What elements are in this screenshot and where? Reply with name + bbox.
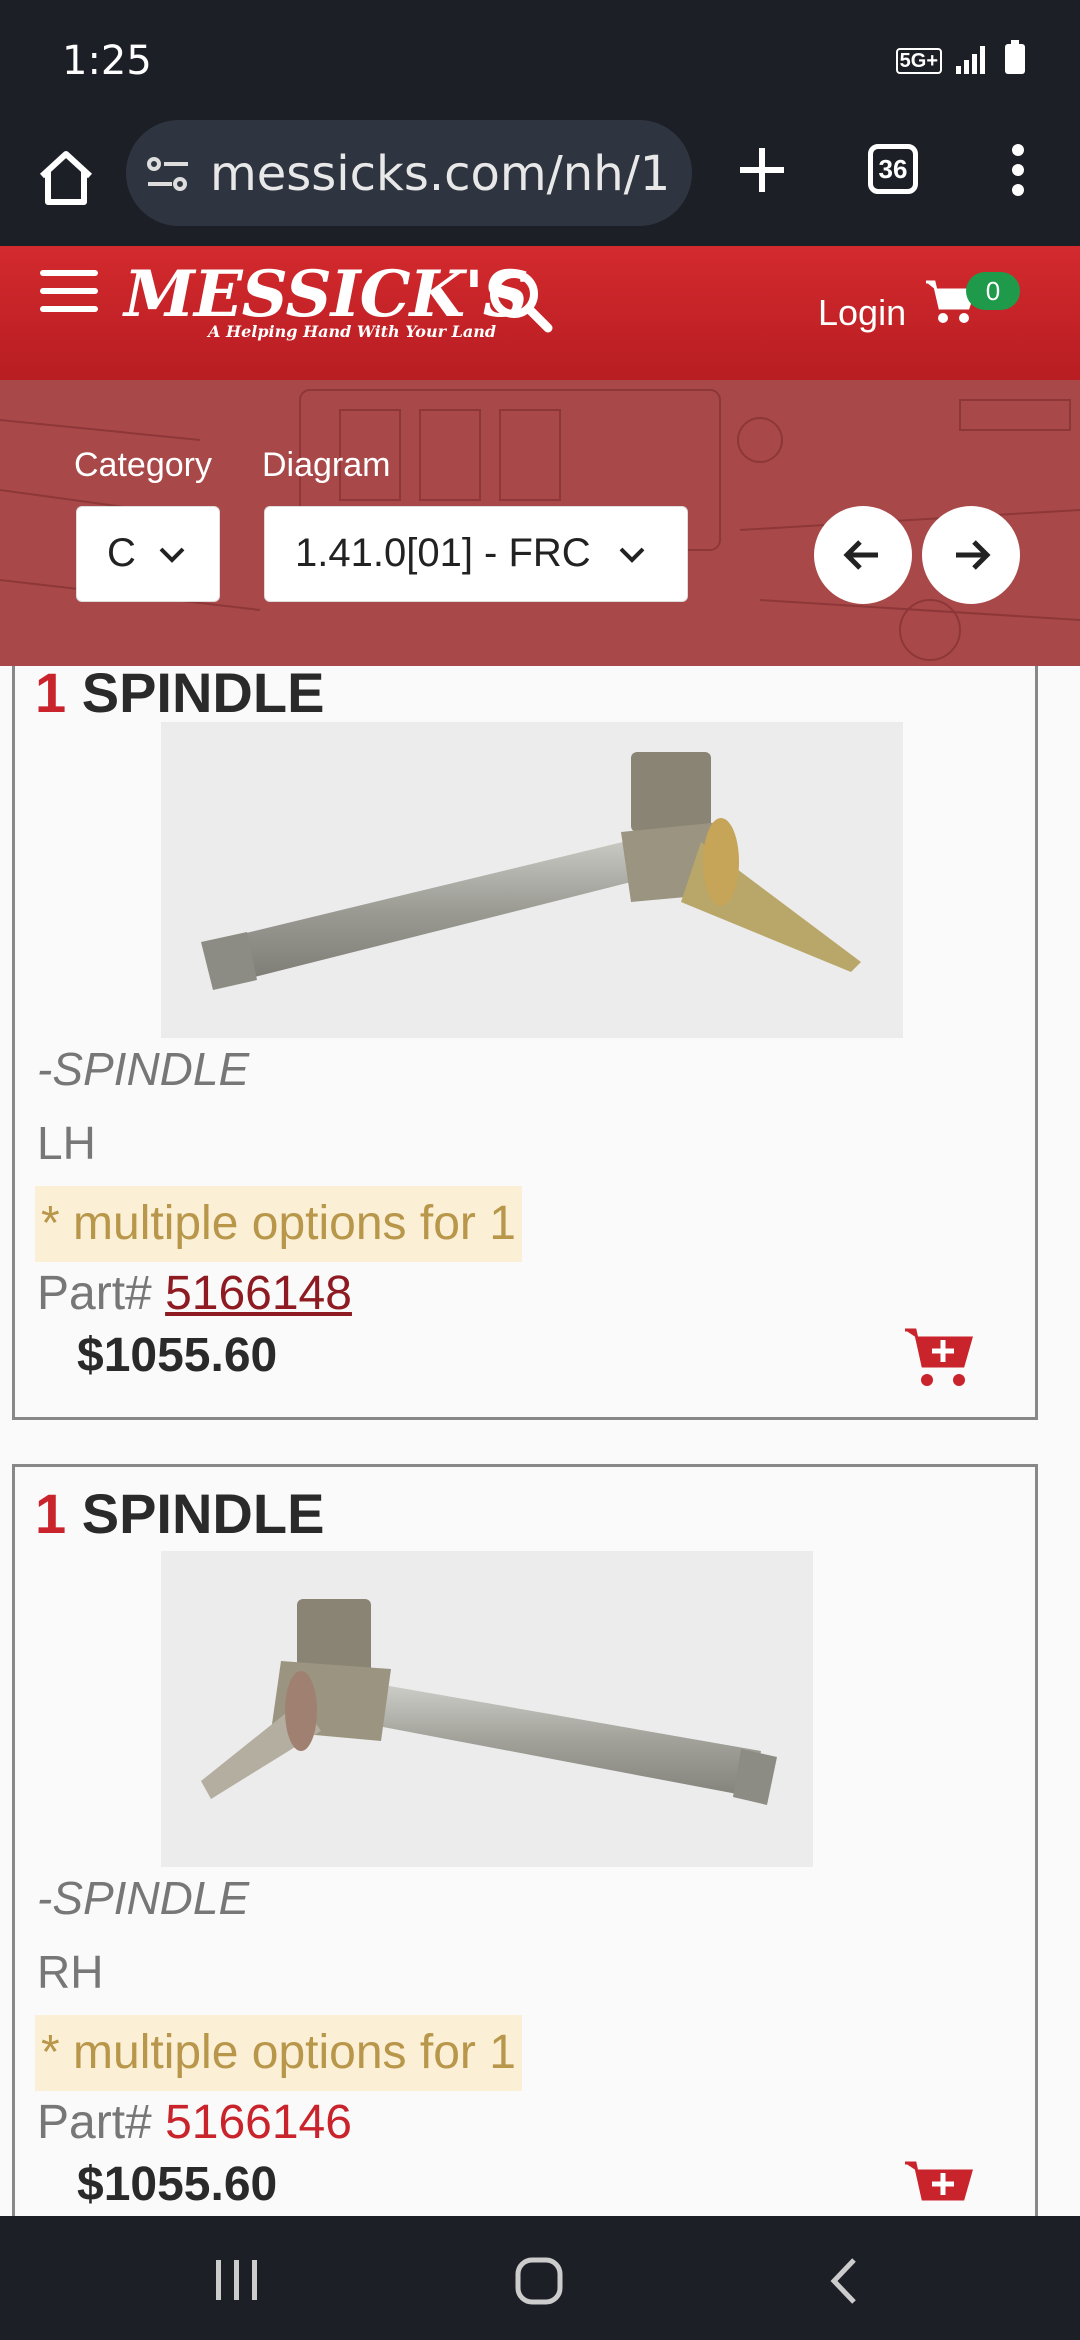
part-side: LH <box>37 1117 96 1169</box>
next-diagram-button[interactable] <box>922 506 1020 604</box>
home-nav-icon[interactable] <box>514 2256 564 2306</box>
recent-apps-icon[interactable] <box>214 2258 260 2302</box>
spindle-photo <box>201 1599 777 1805</box>
site-header: MESSICK'S A Helping Hand With Your Land … <box>0 246 1080 380</box>
hamburger-menu-icon[interactable] <box>40 266 98 316</box>
home-icon[interactable] <box>34 146 98 210</box>
back-nav-icon[interactable] <box>824 2256 864 2306</box>
site-settings-icon[interactable] <box>146 154 190 194</box>
site-logo[interactable]: MESSICK'S A Helping Hand With Your Land <box>124 257 529 342</box>
address-bar[interactable]: messicks.com/nh/1 <box>126 120 692 226</box>
part-image[interactable] <box>161 1551 813 1867</box>
spindle-photo <box>201 752 861 990</box>
part-quantity: 1 <box>35 661 67 724</box>
tab-switcher-button[interactable]: 36 <box>868 144 918 194</box>
part-card: 1 SPINDLE -SPINDLE RH * multiple options… <box>12 1464 1038 2224</box>
logo-text: MESSICK'S <box>124 257 529 332</box>
chevron-down-icon <box>619 547 645 563</box>
diagram-selector-band: Category Diagram C 1.41.0[01] - FRC <box>0 380 1080 666</box>
status-time: 1:25 <box>62 38 152 84</box>
part-title: 1 SPINDLE <box>35 660 324 725</box>
category-label: Category <box>74 446 212 484</box>
part-number-row: Part# 5166146 <box>37 2095 352 2150</box>
part-card: 1 SPINDLE -SPINDLE LH * multiple options… <box>12 661 1038 1420</box>
battery-icon <box>1005 40 1025 74</box>
part-price: $1055.60 <box>77 1329 278 1382</box>
overflow-menu-icon[interactable] <box>1010 142 1026 198</box>
part-name: SPINDLE <box>81 661 325 724</box>
diagram-select-value: 1.41.0[01] - FRC <box>295 531 591 575</box>
part-image[interactable] <box>161 722 903 1038</box>
part-name: SPINDLE <box>81 1482 325 1545</box>
logo-tagline: A Helping Hand With Your Land <box>208 322 497 341</box>
part-price: $1055.60 <box>77 2158 278 2211</box>
diagram-select[interactable]: 1.41.0[01] - FRC <box>264 506 688 602</box>
signal-icon <box>956 46 985 74</box>
arrow-right-icon <box>956 540 991 570</box>
add-to-cart-icon[interactable] <box>903 2159 973 2223</box>
system-navigation-bar <box>0 2216 1080 2340</box>
search-icon[interactable] <box>486 266 556 336</box>
part-number-link[interactable]: 5166146 <box>165 2096 352 2149</box>
part-title: 1 SPINDLE <box>35 1481 324 1546</box>
previous-diagram-button[interactable] <box>814 506 912 604</box>
part-description: -SPINDLE <box>37 1043 250 1095</box>
add-to-cart-icon[interactable] <box>903 1326 973 1390</box>
multiple-options-note[interactable]: * multiple options for 1 <box>35 2015 522 2091</box>
login-link[interactable]: Login <box>818 292 906 334</box>
part-description: -SPINDLE <box>37 1872 250 1924</box>
part-number-label: Part# <box>37 2096 152 2149</box>
cart-count-badge: 0 <box>966 272 1020 310</box>
part-quantity: 1 <box>35 1482 67 1545</box>
arrow-left-icon <box>843 540 878 570</box>
status-bar: 1:25 5G+ <box>0 0 1080 120</box>
part-number-row: Part# 5166148 <box>37 1266 352 1321</box>
browser-toolbar: messicks.com/nh/1 36 <box>0 120 1080 246</box>
chevron-down-icon <box>159 547 185 563</box>
status-icons: 5G+ <box>895 40 1026 74</box>
category-select-value: C <box>107 531 136 575</box>
multiple-options-note[interactable]: * multiple options for 1 <box>35 1186 522 1262</box>
category-select[interactable]: C <box>76 506 220 602</box>
network-5g-icon: 5G+ <box>895 48 942 74</box>
url-text[interactable]: messicks.com/nh/1 <box>210 146 680 202</box>
part-side: RH <box>37 1946 104 1998</box>
part-number-label: Part# <box>37 1267 152 1320</box>
new-tab-icon[interactable] <box>734 142 790 198</box>
diagram-label: Diagram <box>262 446 391 484</box>
part-number-link[interactable]: 5166148 <box>165 1267 352 1320</box>
